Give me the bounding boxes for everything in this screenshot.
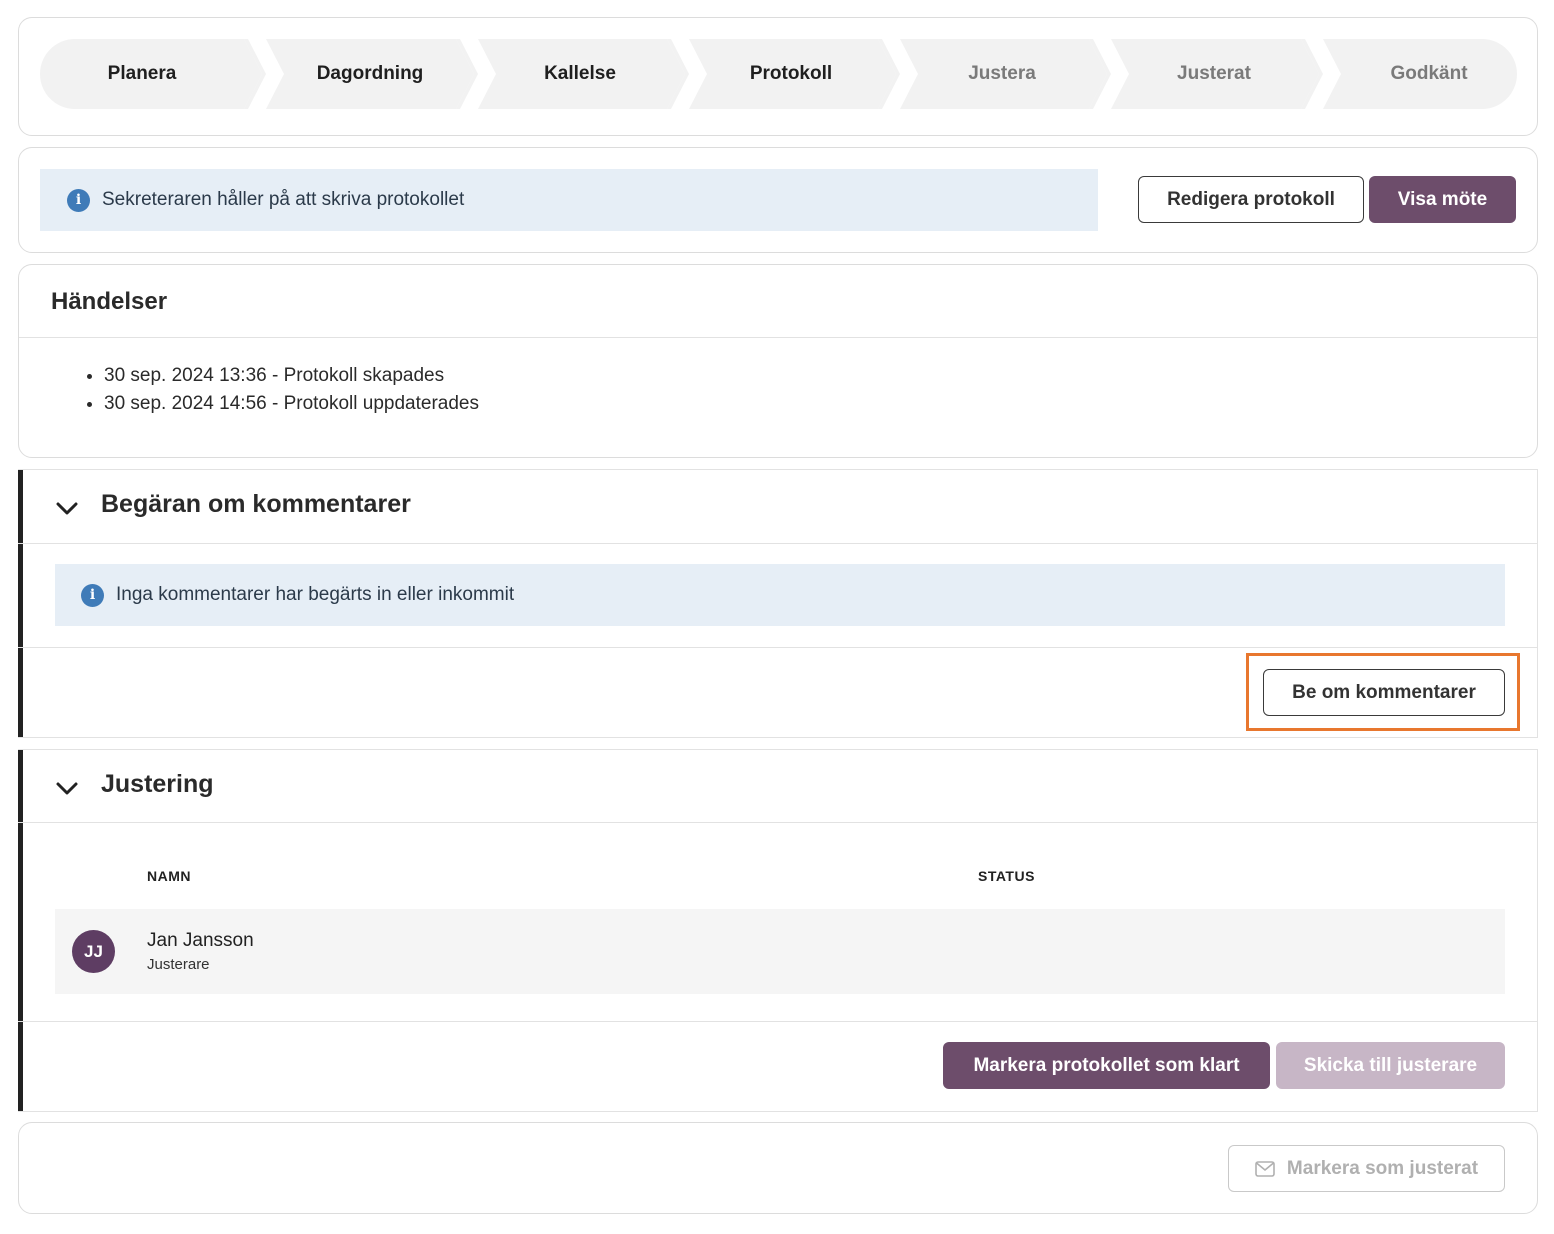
status-info-box: i Sekreteraren håller på att skriva prot… — [40, 169, 1098, 231]
progress-stepper-card: Planera Dagordning Kallelse Protokoll Ju… — [18, 17, 1538, 136]
divider — [19, 337, 1537, 338]
progress-stepper: Planera Dagordning Kallelse Protokoll Ju… — [40, 39, 1517, 109]
divider — [18, 543, 1537, 544]
divider — [18, 647, 1537, 648]
events-title: Händelser — [51, 288, 168, 315]
justering-section-title: Justering — [101, 770, 214, 798]
comments-section-title: Begäran om kommentarer — [101, 490, 411, 518]
column-header-name: NAMN — [147, 868, 191, 884]
row-role: Justerare — [147, 956, 210, 973]
step-label: Justera — [968, 63, 1036, 84]
column-header-status: STATUS — [978, 868, 1035, 884]
edit-protocol-button[interactable]: Redigera protokoll — [1138, 176, 1364, 223]
row-name: Jan Jansson — [147, 930, 254, 951]
step-label: Dagordning — [316, 63, 424, 84]
info-icon: i — [67, 188, 90, 212]
comments-section: Begäran om kommentarer i Inga kommentare… — [18, 469, 1538, 738]
step-dagordning[interactable]: Dagordning — [266, 39, 474, 109]
status-info-text: Sekreteraren håller på att skriva protok… — [102, 189, 465, 210]
mark-as-adjusted-button: Markera som justerat — [1228, 1145, 1505, 1192]
comments-info-text: Inga kommentarer har begärts in eller in… — [116, 584, 515, 605]
step-label: Kallelse — [544, 63, 616, 84]
envelope-icon — [1255, 1160, 1275, 1177]
events-card: Händelser 30 sep. 2024 13:36 - Protokoll… — [18, 264, 1538, 458]
footer-card: Markera som justerat — [18, 1122, 1538, 1214]
step-label: Justerat — [1177, 63, 1251, 84]
info-icon: i — [81, 583, 104, 607]
step-kallelse[interactable]: Kallelse — [480, 39, 680, 109]
divider — [18, 822, 1537, 823]
send-to-adjusters-button: Skicka till justerare — [1276, 1042, 1505, 1089]
step-justerat: Justerat — [1112, 39, 1316, 109]
view-meeting-button[interactable]: Visa möte — [1369, 176, 1516, 223]
step-label: Godkänt — [1390, 63, 1468, 84]
avatar: JJ — [72, 930, 115, 973]
comments-section-header[interactable]: Begäran om kommentarer — [18, 470, 1537, 543]
justering-section-header[interactable]: Justering — [18, 750, 1537, 823]
list-item: 30 sep. 2024 13:36 - Protokoll skapades — [104, 362, 479, 390]
divider — [18, 1021, 1537, 1022]
chevron-down-icon[interactable] — [54, 495, 80, 521]
step-planera[interactable]: Planera — [40, 39, 244, 109]
table-row: JJ Jan Jansson Justerare — [55, 909, 1505, 994]
step-protokoll[interactable]: Protokoll — [690, 39, 892, 109]
mark-as-adjusted-label: Markera som justerat — [1286, 1157, 1479, 1179]
comments-info-box: i Inga kommentarer har begärts in eller … — [55, 564, 1505, 626]
mark-protocol-done-button[interactable]: Markera protokollet som klart — [943, 1042, 1270, 1089]
step-godkant: Godkänt — [1326, 39, 1517, 109]
step-label: Planera — [107, 63, 177, 84]
justering-section: Justering NAMN STATUS JJ Jan Jansson Jus… — [18, 749, 1538, 1112]
status-card: i Sekreteraren håller på att skriva prot… — [18, 147, 1538, 253]
events-list: 30 sep. 2024 13:36 - Protokoll skapades … — [104, 362, 479, 418]
step-justera: Justera — [900, 39, 1104, 109]
chevron-down-icon[interactable] — [54, 775, 80, 801]
step-label: Protokoll — [749, 63, 833, 84]
request-comments-button[interactable]: Be om kommentarer — [1263, 669, 1505, 716]
list-item: 30 sep. 2024 14:56 - Protokoll uppdatera… — [104, 390, 479, 418]
